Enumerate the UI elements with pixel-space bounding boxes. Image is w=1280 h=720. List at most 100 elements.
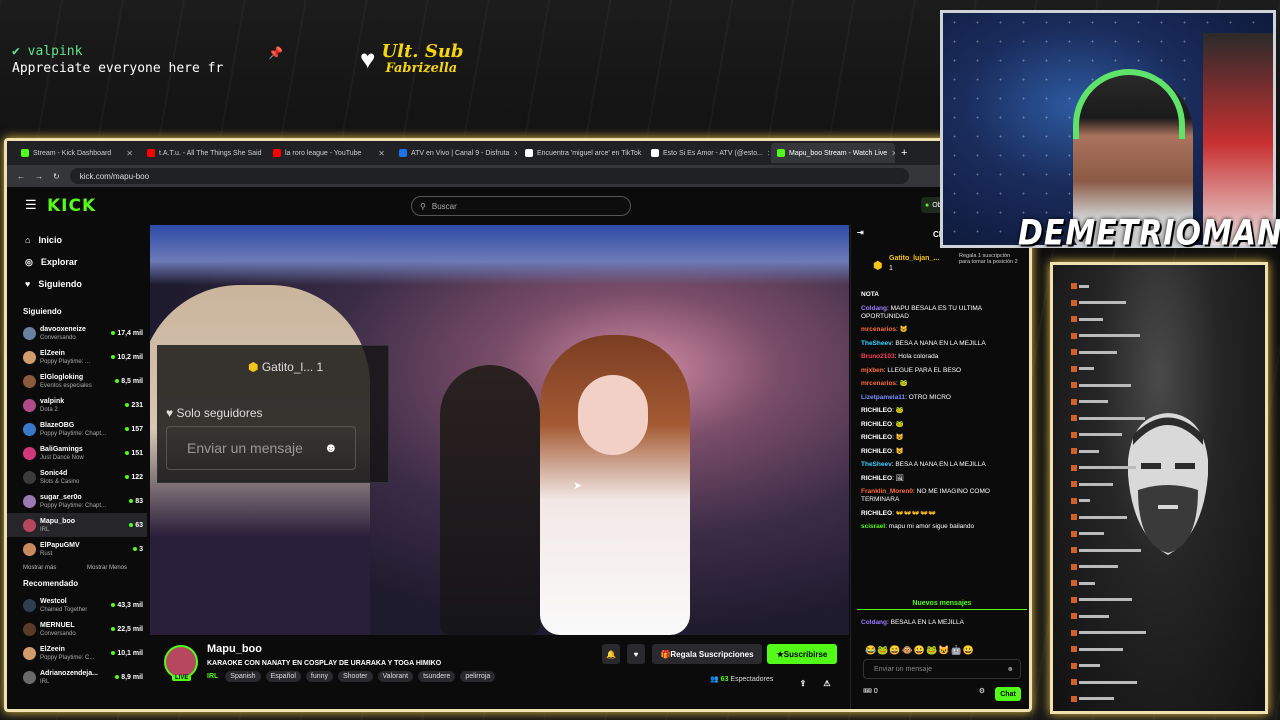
close-icon[interactable]: ✕ [513, 149, 517, 158]
url-text: kick.com/mapu-boo [79, 171, 150, 181]
stream-tag[interactable]: Valorant [377, 671, 414, 682]
subscribe-button[interactable]: ★ Suscribirse [767, 644, 837, 664]
new-messages-divider[interactable]: Nuevos mensajes [857, 600, 1027, 610]
close-icon[interactable]: ✕ [126, 149, 133, 158]
viewer-count: 231 [125, 402, 143, 409]
chat-messages: NOTA Coldang: MAPU BESALA ES TU ULTIMA OP… [861, 291, 1027, 537]
sidebar-channel[interactable]: sugar_ser0o Poppy Playtime: Chapt... 83 [7, 489, 147, 513]
log-line [1071, 398, 1108, 405]
chat-user[interactable]: Franklin_Moren0 [861, 488, 913, 495]
chat-user[interactable]: mrcenarios [861, 380, 896, 387]
gift-user: Gatito_lujan_... [889, 255, 940, 262]
stream-tag[interactable]: Spanish [225, 671, 261, 682]
stream-category[interactable]: IRL [207, 673, 218, 680]
sidebar-channel[interactable]: Mapu_boo IRL 63 [7, 513, 147, 537]
sidebar-channel[interactable]: Sonic4d Slots & Casino 122 [7, 465, 147, 489]
chat-user[interactable]: RICHILEO [861, 448, 892, 455]
overlay-chat-user-icon: ✔ [12, 44, 28, 59]
nav-explorar[interactable]: ◎ Explorar [7, 251, 147, 273]
back-icon[interactable]: ← [17, 172, 25, 181]
notifications-button[interactable]: 🔔 [602, 644, 620, 664]
chat-input[interactable]: Enviar un mensaje ☻ [863, 659, 1021, 679]
chat-user[interactable]: RICHILEO [861, 475, 892, 482]
log-line [1071, 596, 1132, 603]
sidebar-channel[interactable]: BlazeOBG Poppy Playtime: Chapt... 157 [7, 417, 147, 441]
chat-user[interactable]: TheSheev [861, 461, 892, 468]
chat-user[interactable]: RICHILEO [861, 510, 892, 517]
sidebar-channel[interactable]: valpink Dota 2 231 [7, 393, 147, 417]
close-icon[interactable]: ✕ [378, 149, 385, 158]
chat-user[interactable]: Coldang [861, 305, 887, 312]
show-more-link[interactable]: Mostrar más [23, 565, 56, 571]
browser-tab[interactable]: ATV en Vivo | Canal 9 - Disfruta✕ [393, 143, 517, 163]
sidebar-channel[interactable]: ElZeein Poppy Playtime: ... 10,2 mil [7, 345, 147, 369]
forward-icon[interactable]: → [35, 172, 43, 181]
channel-name: valpink [40, 397, 65, 405]
sidebar-channel[interactable]: ElGlogloking Eventos especiales 8,5 mil [7, 369, 147, 393]
sidebar-channel[interactable]: ElPapuGMV Rust 3 [7, 537, 147, 561]
stream-tag[interactable]: Shooter [338, 671, 373, 682]
menu-icon[interactable]: ☰ [25, 197, 37, 213]
stream-tag[interactable]: pelirroja [460, 671, 496, 682]
viewer-count: 👥 63 Espectadores [710, 675, 773, 683]
channel-name[interactable]: Mapu_boo [207, 643, 262, 655]
chat-user[interactable]: mjxben [861, 367, 884, 374]
nav-siguiendo[interactable]: ♥ Siguiendo [7, 273, 147, 295]
emote-bar[interactable]: 😂🐸😄🐵😀🐸😺🤖😀 [865, 645, 975, 656]
channel-avatar[interactable] [164, 645, 198, 679]
chat-user[interactable]: scisrael [861, 523, 885, 530]
gift-prompt: Regala 1 suscripción para tomar la posic… [959, 253, 1018, 265]
chat-message: mrcenarios: 🐱 [861, 326, 908, 333]
chat-user[interactable]: RICHILEO [861, 434, 892, 441]
emoji-icon[interactable]: ☻ [1007, 666, 1014, 673]
follow-button[interactable]: ♥ [627, 644, 645, 664]
emoji-icon[interactable]: ☻ [324, 440, 338, 455]
chat-user[interactable]: RICHILEO [861, 407, 892, 414]
share-icon[interactable]: ⇪ [796, 673, 810, 693]
chat-user[interactable]: mrcenarios [861, 326, 896, 333]
sidebar-channel[interactable]: Adrianozendeja... IRL 8,9 mil [7, 665, 147, 689]
stream-tags: IRL Spanish Español funny Shooter Valorant ts… [207, 671, 496, 682]
chat-user[interactable]: Bruno2103 [861, 353, 895, 360]
chat-text: NOTA [861, 291, 879, 298]
collapse-chat-icon[interactable]: ⇥ [857, 228, 864, 237]
gift-subs-button[interactable]: 🎁 Regala Suscripciones [652, 644, 762, 664]
stream-tag[interactable]: tsundere [418, 671, 456, 682]
chat-panel: ⇥ Chat ⬢ Gatito_lujan_... 1 Regala 1 sus… [850, 225, 1029, 709]
show-less-link[interactable]: Mostrar Menos [87, 565, 127, 571]
sidebar-channel[interactable]: ElZeein Poppy Playtime: C... 10,1 mil [7, 641, 147, 665]
browser-tab[interactable]: Encuentra 'miguel arce' en TikTok✕ [519, 143, 643, 163]
tab-label: la roro league - YouTube [285, 149, 362, 157]
chat-user[interactable]: RICHILEO [861, 421, 892, 428]
new-tab-icon[interactable]: + [901, 147, 907, 159]
close-icon[interactable]: ✕ [891, 149, 895, 158]
sidebar-channel[interactable]: BaliGamings Just Dance Now 151 [7, 441, 147, 465]
settings-icon[interactable]: ⚙ [979, 687, 985, 695]
nav-inicio[interactable]: ⌂ Inicio [7, 229, 147, 251]
sidebar-channel[interactable]: Westcol Chained Together 43,3 mil [7, 593, 147, 617]
viewer-number: 151 [131, 449, 143, 457]
chat-user[interactable]: Coldang [861, 619, 887, 626]
sidebar-channel[interactable]: MERNUEL Conversando 22,5 mil [7, 617, 147, 641]
browser-tab[interactable]: Esto Si Es Amor - ATV (@esto... ✕ [645, 143, 769, 163]
search-input[interactable]: ⚲ Buscar [411, 196, 631, 216]
url-field[interactable]: kick.com/mapu-boo [69, 168, 909, 184]
sidebar-channel[interactable]: davooxeneize Conversando 17,4 mil [7, 321, 147, 345]
browser-window: Stream - Kick Dashboard ✕ t.A.T.u. - All T… [4, 138, 1032, 712]
browser-tab[interactable]: t.A.T.u. - All The Things She Said✕ [141, 143, 265, 163]
send-chat-button[interactable]: Chat [995, 687, 1021, 701]
close-icon[interactable]: ✕ [767, 149, 769, 158]
chat-message: Coldang: BESALA EN LA MEJILLA [861, 619, 964, 626]
stream-tag[interactable]: Español [265, 671, 301, 682]
chat-user[interactable]: TheSheev [861, 340, 892, 347]
stream-tag[interactable]: funny [305, 671, 333, 682]
browser-tab[interactable]: la roro league - YouTube ✕ [267, 143, 391, 163]
browser-tab[interactable]: Stream - Kick Dashboard ✕ [15, 143, 139, 163]
report-icon[interactable]: ⚠ [820, 673, 834, 693]
reload-icon[interactable]: ↻ [53, 172, 60, 181]
channel-name: BlazeOBG [40, 421, 75, 429]
chat-user[interactable]: Lizetpamela11 [861, 394, 905, 401]
gift-badge-icon: ⬢ [873, 260, 883, 272]
browser-tab[interactable]: Mapu_boo Stream - Watch Live✕ [771, 143, 895, 163]
kick-logo[interactable]: KICK [47, 196, 96, 216]
